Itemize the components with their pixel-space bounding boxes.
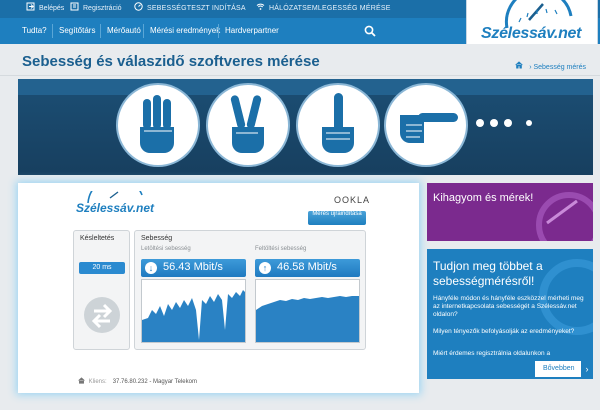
three-fingers-icon bbox=[118, 85, 198, 165]
info-question[interactable]: Milyen tényezők befolyásolják az eredmén… bbox=[433, 328, 589, 336]
upload-arrow-icon: ↑ bbox=[259, 262, 271, 274]
one-finger-icon bbox=[298, 85, 378, 165]
info-title: Tudjon meg többet a sebességmérésről! bbox=[433, 259, 543, 288]
nav-item-meresi-eredmenyek[interactable]: Mérési eredmények bbox=[150, 18, 220, 44]
latency-card: Késleltetés 20 ms bbox=[73, 230, 130, 350]
info-question[interactable]: Miért érdemes regisztrálnia oldalunkon a bbox=[433, 350, 589, 358]
download-value: 56.43 Mbit/s bbox=[163, 261, 223, 273]
download-arrow-icon: ↓ bbox=[145, 262, 157, 274]
speedtest-logo: Szélessáv.net bbox=[76, 201, 155, 215]
login-link[interactable]: Belépés bbox=[26, 0, 64, 18]
updown-arrows-icon bbox=[84, 297, 120, 333]
two-fingers-icon bbox=[208, 85, 288, 165]
upload-speed-box: ↑ 46.58 Mbit/s bbox=[255, 259, 360, 277]
speedtest-start-link[interactable]: SEBESSÉGTESZT INDÍTÁSA bbox=[134, 0, 246, 18]
speedtest-panel: Szélessáv.net OOKLA Mérés újraindítása K… bbox=[18, 183, 419, 393]
register-label: Regisztráció bbox=[83, 5, 122, 12]
search-icon[interactable] bbox=[364, 25, 376, 37]
info-box: Tudjon meg többet a sebességmérésről! Há… bbox=[427, 249, 593, 379]
login-label: Belépés bbox=[39, 5, 65, 12]
nav-item-segitotars[interactable]: Segítőtárs bbox=[59, 18, 95, 44]
latency-title: Késleltetés bbox=[80, 235, 115, 242]
promo-text: Kihagyom és mérek! bbox=[433, 192, 534, 204]
title-bar: Sebesség és válaszidő szoftveres mérése … bbox=[0, 44, 600, 76]
breadcrumb: › Sebesség mérés bbox=[515, 61, 586, 71]
coverage-test-label: HÁLÓZATSEMLEGESSÉG MÉRÉSE bbox=[269, 5, 391, 12]
countdown-banner bbox=[18, 79, 593, 175]
speedtest-start-label: SEBESSÉGTESZT INDÍTÁSA bbox=[147, 5, 246, 12]
upload-graph bbox=[255, 279, 360, 343]
site-logo[interactable]: Szélessáv.net bbox=[466, 0, 598, 50]
ookla-logo: OOKLA bbox=[334, 195, 371, 205]
upload-value: 46.58 Mbit/s bbox=[277, 261, 337, 273]
download-graph bbox=[141, 279, 246, 343]
register-link[interactable]: Regisztráció bbox=[70, 0, 122, 18]
banner-dot bbox=[504, 119, 512, 127]
latency-value: 20 ms bbox=[79, 262, 125, 274]
logo-text: Szélessáv.net bbox=[481, 25, 582, 42]
restart-test-button[interactable]: Mérés újraindítása bbox=[308, 211, 366, 225]
more-button[interactable]: Bővebben › bbox=[535, 361, 593, 377]
coverage-test-link[interactable]: HÁLÓZATSEMLEGESSÉG MÉRÉSE bbox=[256, 0, 391, 18]
home-icon bbox=[78, 377, 89, 385]
nav-divider bbox=[218, 24, 219, 38]
nav-item-hardverpartner[interactable]: Hardverpartner bbox=[225, 18, 279, 44]
client-value: 37.76.80.232 - Magyar Telekom bbox=[112, 379, 197, 385]
chevron-right-icon: › bbox=[581, 361, 593, 377]
client-label: Kliens: bbox=[88, 379, 107, 385]
download-label: Letöltési sebesség bbox=[141, 246, 191, 252]
info-question[interactable]: Hányféle módon és hányféle eszközzel mér… bbox=[433, 295, 589, 319]
speedometer-icon bbox=[134, 2, 143, 11]
login-icon bbox=[26, 2, 35, 11]
more-bar: Bővebben › bbox=[427, 361, 593, 377]
download-speed-box: ↓ 56.43 Mbit/s bbox=[141, 259, 246, 277]
restart-test-label: Mérés újraindítása bbox=[312, 211, 362, 217]
upload-label: Feltöltési sebesség bbox=[255, 246, 307, 252]
pointing-hand-icon bbox=[386, 85, 466, 165]
speed-title: Sebesség bbox=[141, 235, 173, 242]
nav-divider bbox=[143, 24, 144, 38]
banner-dot bbox=[490, 119, 498, 127]
skip-and-measure-promo[interactable]: Kihagyom és mérek! bbox=[427, 183, 593, 241]
banner-dot bbox=[476, 119, 484, 127]
nav-divider bbox=[52, 24, 53, 38]
banner-dot bbox=[526, 120, 532, 126]
nav-divider bbox=[100, 24, 101, 38]
home-icon[interactable] bbox=[515, 61, 523, 71]
register-icon bbox=[70, 2, 79, 11]
client-info: Kliens: 37.76.80.232 - Magyar Telekom bbox=[78, 377, 197, 385]
page-title: Sebesség és válaszidő szoftveres mérése bbox=[22, 53, 320, 70]
more-label: Bővebben bbox=[543, 365, 575, 372]
nav-item-meroauto[interactable]: Mérőautó bbox=[107, 18, 141, 44]
speed-card: Sebesség Letöltési sebesség ↓ 56.43 Mbit… bbox=[134, 230, 366, 350]
breadcrumb-current[interactable]: Sebesség mérés bbox=[533, 64, 586, 71]
nav-item-tudta[interactable]: Tudta? bbox=[22, 18, 47, 44]
signal-icon bbox=[256, 2, 265, 11]
